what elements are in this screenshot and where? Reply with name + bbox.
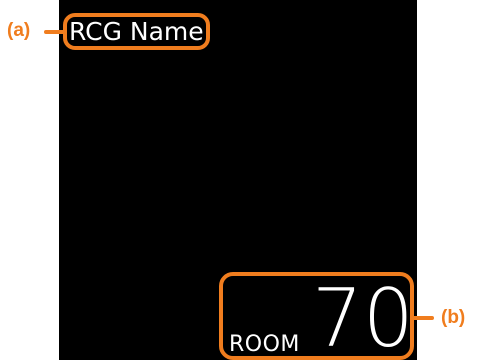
room-label: ROOM bbox=[229, 332, 300, 357]
callout-b-label: (b) bbox=[441, 307, 466, 328]
diagram-stage: RCG Name. (a) ROOM 70 (b) bbox=[0, 0, 477, 360]
callout-a-label: (a) bbox=[7, 20, 31, 41]
callout-b-leader-line bbox=[412, 316, 434, 320]
name-highlight-box bbox=[63, 13, 210, 50]
callout-a-leader-line bbox=[44, 30, 65, 34]
room-number: 70 bbox=[312, 272, 414, 360]
